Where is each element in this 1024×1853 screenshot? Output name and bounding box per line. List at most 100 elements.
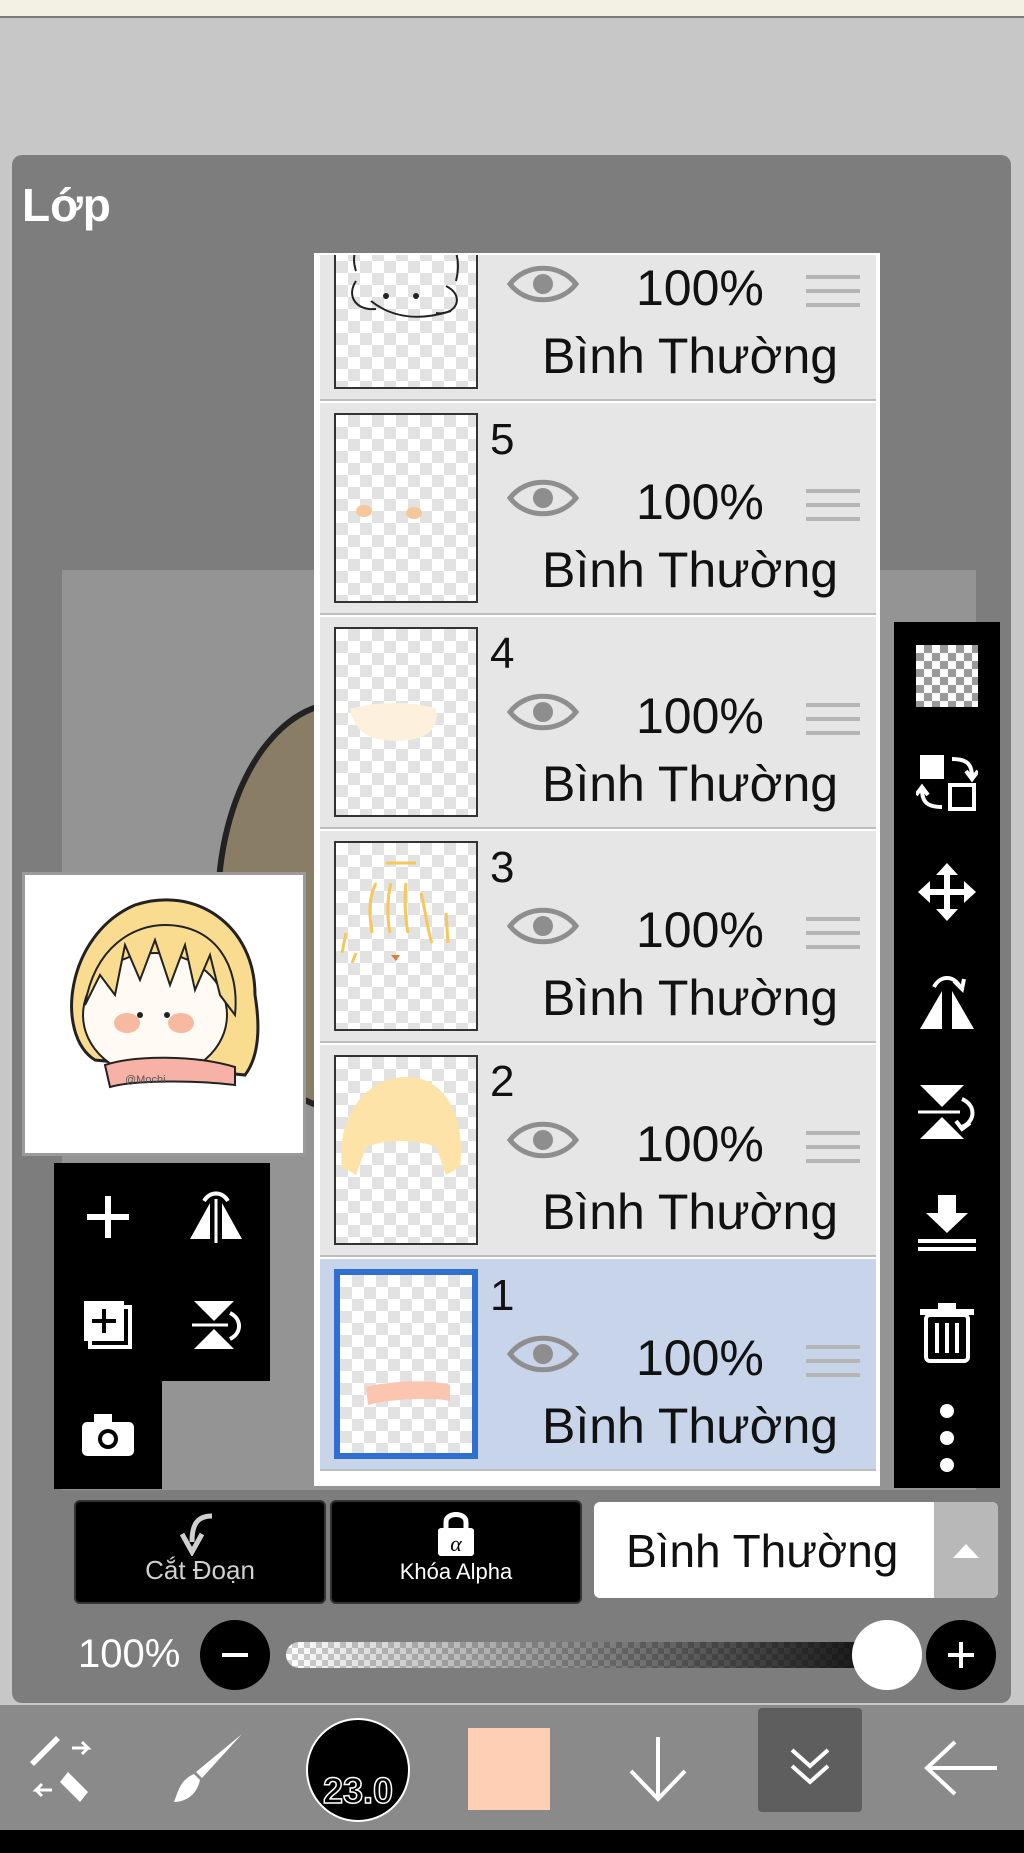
- eye-icon[interactable]: [506, 689, 580, 735]
- layer-thumbnail: [334, 627, 478, 817]
- brush-size-value: 23.0: [322, 1769, 394, 1812]
- move-layer-button[interactable]: [894, 842, 1000, 942]
- hair-lines-thumbnail: [340, 861, 450, 964]
- layer-row[interactable]: 100% Bình Thường: [320, 255, 876, 401]
- pen-eraser-swap-icon: [30, 1735, 92, 1802]
- delete-layer-button[interactable]: [894, 1282, 1000, 1382]
- eye-icon[interactable]: [506, 903, 580, 949]
- move-layer-down-button[interactable]: [598, 1705, 718, 1830]
- layer-opacity: 100%: [636, 260, 764, 316]
- layer-thumbnail: [334, 1269, 478, 1459]
- layer-row[interactable]: 3 100% Bình Thường: [320, 831, 876, 1043]
- layer-thumbnail: [334, 1055, 478, 1245]
- swap-icon: [916, 755, 978, 811]
- merge-down-icon: [918, 1195, 976, 1251]
- layer-name: 3: [490, 843, 515, 892]
- layer-row[interactable]: 4 100% Bình Thường: [320, 617, 876, 829]
- flip-vertical-icon: [918, 1085, 975, 1139]
- layer-name: 2: [490, 1057, 515, 1106]
- svg-text:α: α: [450, 1531, 462, 1556]
- left-toolbox-lower: [54, 1381, 162, 1489]
- merge-down-button[interactable]: [894, 1172, 1000, 1272]
- brush-size-button[interactable]: 23.0: [306, 1718, 410, 1822]
- brush-tool-button[interactable]: [160, 1705, 256, 1830]
- camera-import-button[interactable]: [54, 1381, 162, 1489]
- brush-icon: [174, 1733, 242, 1802]
- minus-icon: [222, 1653, 248, 1657]
- eye-icon[interactable]: [506, 1331, 580, 1377]
- layer-thumbnail: [334, 255, 478, 389]
- layer-row-selected[interactable]: 1 100% Bình Thường: [320, 1259, 876, 1471]
- status-strip: [0, 0, 1024, 18]
- back-button[interactable]: [906, 1705, 1016, 1830]
- clipping-label: Cắt Đoạn: [145, 1555, 255, 1585]
- flip-horizontal-button[interactable]: [894, 952, 1000, 1052]
- layer-row[interactable]: 5 100% Bình Thường: [320, 403, 876, 615]
- layer-name: 1: [490, 1271, 515, 1320]
- opacity-slider-handle[interactable]: [852, 1620, 922, 1690]
- chevron-up-icon[interactable]: [934, 1502, 998, 1598]
- eye-icon[interactable]: [506, 1117, 580, 1163]
- tool-switch-button[interactable]: [14, 1705, 110, 1830]
- increase-opacity-button[interactable]: [926, 1620, 996, 1690]
- opacity-slider[interactable]: [286, 1642, 892, 1668]
- flip-vertical-layer-button[interactable]: [162, 1271, 270, 1379]
- swap-selection-button[interactable]: [894, 732, 1000, 832]
- flip-vertical-icon: [192, 1301, 241, 1349]
- layer-blend-mode: Bình Thường: [542, 328, 839, 384]
- checkerboard-icon: [916, 645, 978, 707]
- flip-horizontal-layer-button[interactable]: [162, 1163, 270, 1271]
- left-toolbox: [54, 1163, 270, 1381]
- layer-opacity: 100%: [636, 1330, 764, 1386]
- skin-thumbnail: [350, 703, 437, 741]
- layer-opacity: 100%: [636, 688, 764, 744]
- canvas-preview[interactable]: @Mochi: [22, 872, 306, 1156]
- color-swatch[interactable]: [468, 1728, 550, 1810]
- decrease-opacity-button[interactable]: [200, 1620, 270, 1690]
- transparent-fill-button[interactable]: [894, 626, 1000, 726]
- drag-handle-icon[interactable]: [806, 275, 860, 319]
- drag-handle-icon[interactable]: [806, 703, 860, 747]
- duplicate-layer-icon: [84, 1301, 132, 1349]
- nav-bar: [0, 1830, 1024, 1853]
- move-icon: [918, 863, 976, 921]
- layer-blend-mode: Bình Thường: [542, 542, 839, 598]
- layer-name: 5: [490, 415, 515, 464]
- eye-icon[interactable]: [506, 261, 580, 307]
- layer-row[interactable]: 2 100% Bình Thường: [320, 1045, 876, 1257]
- layer-blend-mode: Bình Thường: [542, 1184, 839, 1240]
- drag-handle-icon[interactable]: [806, 1131, 860, 1175]
- layer-blend-mode: Bình Thường: [542, 970, 839, 1026]
- camera-icon: [82, 1414, 134, 1456]
- layer-name: 4: [490, 629, 515, 678]
- drag-handle-icon[interactable]: [806, 1345, 860, 1389]
- plus-icon: [948, 1642, 974, 1668]
- more-options-button[interactable]: [894, 1388, 1000, 1488]
- drag-handle-icon[interactable]: [806, 489, 860, 533]
- layer-blend-mode: Bình Thường: [542, 756, 839, 812]
- alpha-lock-button[interactable]: α Khóa Alpha: [330, 1500, 582, 1604]
- layer-list[interactable]: 100% Bình Thường 5 100% Bình Thường 4 10…: [314, 253, 880, 1486]
- right-toolbox: [894, 622, 1000, 1488]
- blend-mode-select[interactable]: Bình Thường: [594, 1502, 998, 1598]
- scarf-thumbnail: [366, 1381, 450, 1405]
- layer-thumbnail: [334, 413, 478, 603]
- flip-vertical-button[interactable]: [894, 1062, 1000, 1162]
- arrow-down-icon: [629, 1736, 687, 1802]
- hair-fill-thumbnail: [341, 1077, 462, 1175]
- clipping-button[interactable]: Cắt Đoạn: [74, 1500, 326, 1604]
- layer-opacity: 100%: [636, 902, 764, 958]
- duplicate-layer-button[interactable]: [54, 1271, 162, 1379]
- layer-opacity: 100%: [636, 474, 764, 530]
- flip-horizontal-icon: [190, 1191, 242, 1243]
- flip-horizontal-icon: [920, 976, 974, 1029]
- layer-panel-toggle[interactable]: [758, 1708, 862, 1812]
- add-layer-button[interactable]: [54, 1163, 162, 1271]
- line-art-thumbnail: [351, 255, 459, 318]
- eye-icon[interactable]: [506, 475, 580, 521]
- opacity-value: 100%: [78, 1632, 181, 1676]
- drag-handle-icon[interactable]: [806, 917, 860, 961]
- layer-thumbnail: [334, 841, 478, 1031]
- trash-icon: [920, 1303, 974, 1363]
- double-chevron-down-icon: [790, 1748, 830, 1785]
